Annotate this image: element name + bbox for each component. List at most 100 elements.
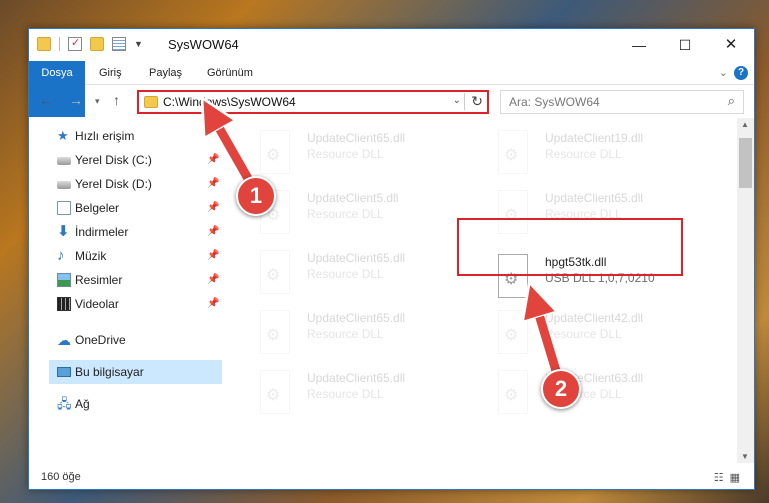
- navigation-pane: ★ Hızlı erişim Yerel Disk (C:) 📌 Yerel D…: [29, 124, 222, 459]
- file-item[interactable]: ⚙ UpdateClient5.dll Resource DLL: [252, 185, 482, 241]
- disk-icon: [57, 181, 71, 189]
- sidebar-item-label: OneDrive: [75, 333, 126, 347]
- customize-dropdown-icon[interactable]: ▼: [134, 39, 143, 49]
- file-item[interactable]: ⚙ UpdateClient65.dll Resource DLL: [252, 365, 482, 421]
- address-bar[interactable]: C:\Windows\SysWOW64 ⌄ ↻: [137, 90, 489, 114]
- list-icon[interactable]: [112, 37, 126, 51]
- help-icon[interactable]: ?: [734, 66, 748, 80]
- file-type: Resource DLL: [545, 327, 622, 341]
- new-folder-icon[interactable]: [90, 37, 104, 51]
- file-name: UpdateClient19.dll: [545, 131, 644, 145]
- pin-icon: 📌: [207, 274, 220, 285]
- sidebar-item-videos[interactable]: Videolar 📌: [29, 292, 222, 316]
- file-name: UpdateClient65.dll: [307, 371, 406, 385]
- pictures-icon: [57, 273, 71, 287]
- sidebar-item-label: Videolar: [75, 297, 119, 311]
- recent-locations-icon[interactable]: ▾: [95, 96, 100, 107]
- search-placeholder[interactable]: Ara: SysWOW64: [509, 95, 600, 109]
- sidebar-item-downloads[interactable]: ⬇ İndirmeler 📌: [29, 220, 222, 244]
- back-arrow-icon[interactable]: ←: [39, 92, 53, 108]
- sidebar-item-pictures[interactable]: Resimler 📌: [29, 268, 222, 292]
- tab-share[interactable]: Paylaş: [141, 61, 190, 85]
- scroll-up-icon[interactable]: ▲: [741, 120, 749, 129]
- minimize-button[interactable]: —: [616, 29, 662, 61]
- tab-home[interactable]: Giriş: [91, 61, 130, 85]
- sidebar-item-label: Hızlı erişim: [75, 129, 135, 143]
- sidebar-item-local-disk-d[interactable]: Yerel Disk (D:) 📌: [29, 172, 222, 196]
- sidebar-item-local-disk-c[interactable]: Yerel Disk (C:) 📌: [29, 148, 222, 172]
- item-count: 160 öğe: [41, 471, 81, 483]
- dll-file-icon: ⚙: [498, 370, 528, 414]
- sidebar-item-label: İndirmeler: [75, 225, 129, 239]
- refresh-icon[interactable]: ↻: [464, 93, 483, 110]
- file-list: ⚙ UpdateClient65.dll Resource DLL ⚙ Upda…: [242, 118, 739, 463]
- gear-icon: ⚙: [266, 267, 281, 284]
- forward-arrow-icon[interactable]: →: [69, 92, 83, 108]
- file-type: Resource DLL: [307, 147, 384, 161]
- file-item[interactable]: ⚙ UpdateClient65.dll Resource DLL: [252, 305, 482, 361]
- title-bar: ▼ SysWOW64 — ☐ ✕: [29, 29, 754, 61]
- documents-icon: [57, 201, 71, 215]
- window-title: SysWOW64: [168, 37, 239, 52]
- file-type: Resource DLL: [545, 147, 622, 161]
- search-box[interactable]: Ara: SysWOW64 ⌕: [500, 90, 744, 114]
- up-arrow-icon[interactable]: ↑: [113, 92, 120, 108]
- sidebar-item-label: Yerel Disk (D:): [75, 177, 152, 191]
- sidebar-item-this-pc[interactable]: Bu bilgisayar: [49, 360, 222, 384]
- divider: [59, 37, 60, 51]
- cloud-icon: ☁: [57, 332, 71, 348]
- gear-icon: ⚙: [266, 387, 281, 404]
- maximize-button[interactable]: ☐: [662, 29, 708, 61]
- pin-icon: 📌: [207, 202, 220, 213]
- properties-check-icon[interactable]: [68, 36, 82, 51]
- sidebar-item-label: Bu bilgisayar: [75, 365, 144, 379]
- dll-file-icon: ⚙: [498, 310, 528, 354]
- sidebar-item-music[interactable]: ♪ Müzik 📌: [29, 244, 222, 268]
- sidebar-item-documents[interactable]: Belgeler 📌: [29, 196, 222, 220]
- close-button[interactable]: ✕: [708, 29, 754, 61]
- file-name: UpdateClient65.dll: [307, 251, 406, 265]
- file-name: UpdateClient42.dll: [545, 311, 644, 325]
- scroll-down-icon[interactable]: ▼: [741, 452, 749, 461]
- dll-file-icon: ⚙: [260, 250, 290, 294]
- star-icon: ★: [57, 128, 69, 143]
- sidebar-item-onedrive[interactable]: ☁ OneDrive: [29, 328, 222, 352]
- file-name: UpdateClient65.dll: [307, 311, 406, 325]
- vertical-scrollbar[interactable]: ▲ ▼: [737, 118, 754, 463]
- sidebar-item-network[interactable]: 🖧 Ağ: [29, 392, 222, 416]
- gear-icon: ⚙: [504, 147, 519, 164]
- address-dropdown-icon[interactable]: ⌄: [453, 95, 461, 106]
- folder-icon: [144, 96, 158, 108]
- sidebar-item-label: Yerel Disk (C:): [75, 153, 152, 167]
- gear-icon: ⚙: [266, 327, 281, 344]
- navigation-bar: ← → ▾ ↑ C:\Windows\SysWOW64 ⌄ ↻ Ara: Sys…: [29, 86, 754, 118]
- sidebar-item-label: Resimler: [75, 273, 123, 287]
- file-type: Resource DLL: [307, 207, 384, 221]
- sidebar-item-label: Ağ: [75, 397, 90, 411]
- file-item[interactable]: ⚙ UpdateClient19.dll Resource DLL: [490, 125, 720, 181]
- step-2-badge: 2: [541, 369, 581, 409]
- step-1-badge: 1: [236, 176, 276, 216]
- file-item[interactable]: ⚙ UpdateClient65.dll Resource DLL: [252, 125, 482, 181]
- dll-file-icon: ⚙: [260, 370, 290, 414]
- view-mode-icons[interactable]: ☷▦: [714, 471, 746, 484]
- tab-view[interactable]: Görünüm: [199, 61, 261, 85]
- file-item[interactable]: ⚙ UpdateClient63.dll Resource DLL: [490, 365, 720, 421]
- search-icon[interactable]: ⌕: [728, 93, 735, 109]
- music-icon: ♪: [57, 247, 65, 264]
- pin-icon: 📌: [207, 298, 220, 309]
- file-name: UpdateClient65.dll: [545, 191, 644, 205]
- scroll-thumb[interactable]: [739, 138, 752, 188]
- file-item[interactable]: ⚙ UpdateClient42.dll Resource DLL: [490, 305, 720, 361]
- folder-icon: [37, 37, 51, 51]
- file-type: Resource DLL: [307, 387, 384, 401]
- gear-icon: ⚙: [504, 387, 519, 404]
- file-item[interactable]: ⚙ UpdateClient65.dll Resource DLL: [252, 245, 482, 301]
- expand-ribbon-icon[interactable]: ⌄: [719, 66, 728, 79]
- file-name: UpdateClient5.dll: [307, 191, 399, 205]
- address-path[interactable]: C:\Windows\SysWOW64: [163, 95, 296, 109]
- downloads-icon: ⬇: [57, 223, 70, 240]
- sidebar-item-quick-access[interactable]: ★ Hızlı erişim: [29, 124, 222, 148]
- gear-icon: ⚙: [266, 147, 281, 164]
- dll-file-icon: ⚙: [260, 310, 290, 354]
